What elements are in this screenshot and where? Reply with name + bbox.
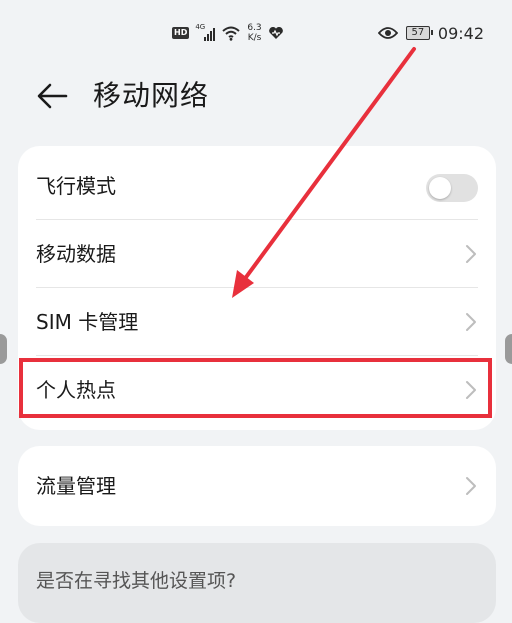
search-suggestion-card: 是否在寻找其他设置项? — [18, 543, 496, 623]
list-item-label: 个人热点 — [36, 378, 116, 402]
list-item-data-usage[interactable]: 流量管理 — [18, 452, 496, 520]
battery-level: 57 — [411, 27, 425, 38]
edge-gesture-handle-right — [505, 334, 512, 364]
chevron-right-icon — [466, 381, 476, 399]
chevron-right-icon — [466, 313, 476, 331]
list-item-label: 移动数据 — [36, 242, 116, 266]
edge-gesture-handle-left — [0, 334, 7, 364]
list-item-label: 飞行模式 — [36, 174, 116, 198]
list-item-label: SIM 卡管理 — [36, 310, 139, 334]
back-arrow-icon — [37, 83, 68, 109]
network-speed: 6.3 K/s — [247, 23, 261, 43]
status-right: 57 09:42 — [377, 22, 484, 44]
back-button[interactable] — [34, 78, 70, 114]
heart-icon — [268, 26, 283, 39]
airplane-mode-toggle[interactable] — [426, 174, 478, 202]
page-title: 移动网络 — [93, 79, 210, 112]
toggle-knob — [429, 177, 451, 199]
battery-icon: 57 — [405, 26, 433, 40]
settings-card: 飞行模式 移动数据 SIM 卡管理 个人热点 — [18, 146, 496, 430]
clock-time: 09:42 — [437, 23, 484, 43]
eye-icon — [377, 27, 398, 39]
list-item-personal-hotspot[interactable]: 个人热点 — [18, 356, 496, 424]
chevron-right-icon — [466, 245, 476, 263]
list-item-airplane-mode[interactable]: 飞行模式 — [18, 152, 496, 220]
list-item-mobile-data[interactable]: 移动数据 — [18, 220, 496, 288]
search-hint-text: 是否在寻找其他设置项? — [36, 570, 237, 592]
hd-icon: HD — [172, 27, 190, 39]
speed-value: 6.3 — [247, 23, 262, 33]
wifi-icon — [222, 26, 241, 41]
chevron-right-icon — [466, 477, 476, 495]
status-bar: HD 4G 6.3 K/s 57 09:42 — [0, 0, 512, 64]
speed-unit: K/s — [247, 33, 262, 43]
list-item-label: 流量管理 — [36, 474, 116, 498]
status-indicators: HD 4G 6.3 K/s — [172, 20, 284, 46]
signal-icon: 4G — [195, 23, 216, 41]
page-header: 移动网络 — [0, 70, 512, 122]
list-item-sim-management[interactable]: SIM 卡管理 — [18, 288, 496, 356]
data-usage-card: 流量管理 — [18, 446, 496, 526]
